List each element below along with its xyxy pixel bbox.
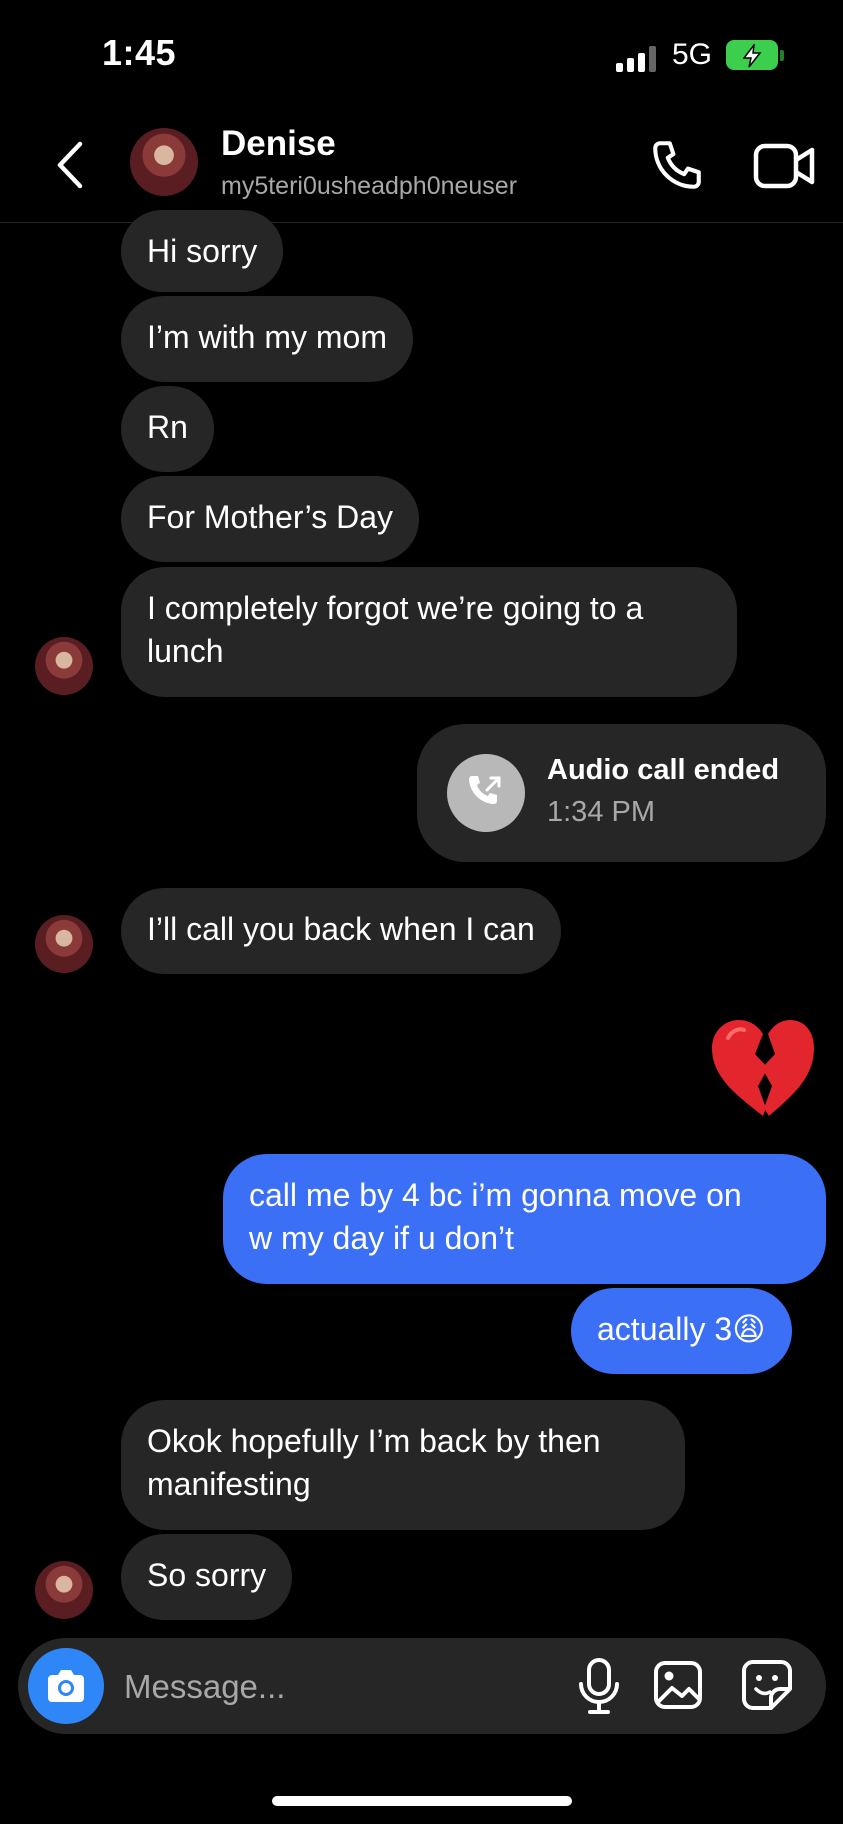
received-message[interactable]: Hi sorry	[121, 210, 284, 292]
battery-icon	[726, 40, 778, 70]
status-bar: 1:45 5G	[0, 0, 843, 110]
received-message[interactable]: I’m with my mom	[121, 296, 413, 382]
avatar[interactable]	[35, 1561, 93, 1619]
message-line: I completely forgot we’re going to a	[147, 590, 644, 626]
message-composer	[18, 1638, 826, 1734]
contact-username[interactable]: my5teri0usheadph0neuser	[221, 172, 517, 201]
avatar[interactable]	[35, 637, 93, 695]
message-input[interactable]	[122, 1658, 546, 1716]
message-text: actually 3	[597, 1311, 733, 1347]
call-card[interactable]: Audio call ended 1:34 PM	[417, 724, 826, 862]
phone-call-icon	[447, 754, 525, 832]
back-button[interactable]	[52, 140, 88, 190]
gallery-button[interactable]	[652, 1658, 704, 1712]
signal-icon	[616, 46, 660, 72]
image-icon	[654, 1661, 702, 1709]
broken-heart-icon[interactable]	[708, 1016, 818, 1120]
sticker-icon	[742, 1660, 792, 1710]
microphone-button[interactable]	[574, 1656, 624, 1716]
battery-tip	[780, 50, 784, 61]
audio-call-button[interactable]	[648, 136, 706, 194]
received-message[interactable]: I completely forgot we’re going to a lun…	[121, 567, 737, 697]
weary-face-icon: 😩	[732, 1311, 766, 1347]
microphone-icon	[579, 1658, 619, 1714]
network-label: 5G	[672, 38, 713, 71]
received-message[interactable]: Rn	[121, 386, 214, 472]
chevron-left-icon	[57, 141, 83, 189]
avatar[interactable]	[130, 128, 198, 196]
message-line: manifesting	[147, 1466, 311, 1502]
received-message[interactable]: For Mother’s Day	[121, 476, 419, 562]
sent-message[interactable]: actually 3😩	[571, 1288, 792, 1374]
avatar[interactable]	[35, 915, 93, 973]
message-line: Okok hopefully I’m back by then	[147, 1423, 601, 1459]
message-line: lunch	[147, 633, 224, 669]
home-indicator[interactable]	[272, 1796, 572, 1806]
call-time: 1:34 PM	[547, 796, 655, 828]
received-message[interactable]: Okok hopefully I’m back by then manifest…	[121, 1400, 685, 1530]
sticker-button[interactable]	[740, 1658, 794, 1712]
camera-icon	[48, 1670, 84, 1702]
message-line: w my day if u don’t	[249, 1220, 514, 1256]
chat-header: Denise my5teri0usheadph0neuser	[0, 110, 843, 223]
call-status: Audio call ended	[547, 754, 780, 786]
message-line: call me by 4 bc i’m gonna move on	[249, 1177, 742, 1213]
received-message[interactable]: I’ll call you back when I can	[121, 888, 561, 974]
received-message[interactable]: So sorry	[121, 1534, 293, 1620]
sent-message[interactable]: call me by 4 bc i’m gonna move on w my d…	[223, 1154, 826, 1284]
camera-button[interactable]	[28, 1648, 104, 1724]
video-call-button[interactable]	[752, 138, 816, 194]
contact-name[interactable]: Denise	[221, 124, 336, 164]
phone-icon	[653, 141, 701, 189]
video-icon	[753, 143, 815, 189]
status-time: 1:45	[102, 32, 177, 73]
